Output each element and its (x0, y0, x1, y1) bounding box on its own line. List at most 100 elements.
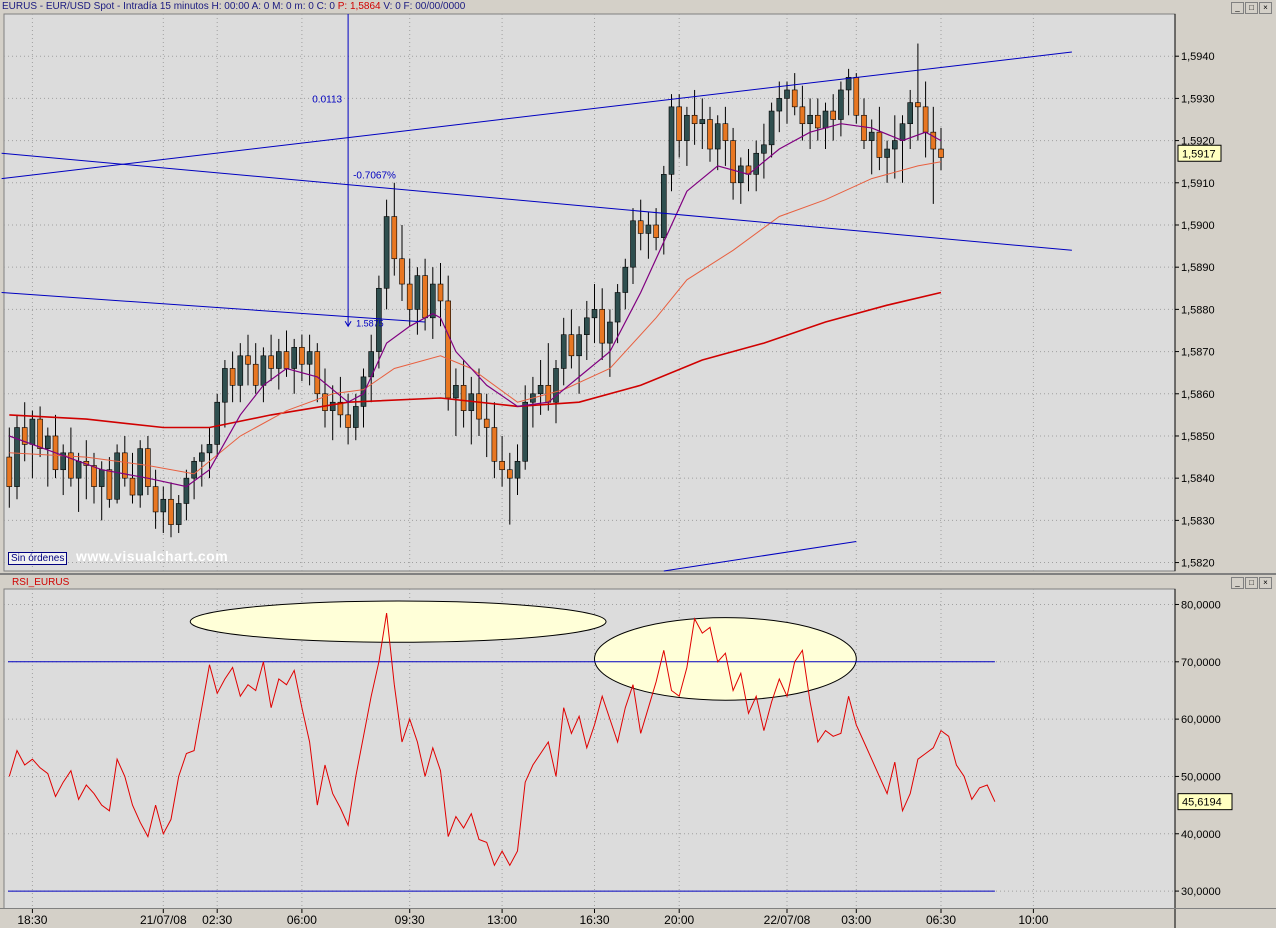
candle-body (576, 334, 582, 357)
rsi-tick-label: 50,0000 (1181, 771, 1221, 783)
rsi-window-buttons: _ □ × (1231, 577, 1272, 589)
candle-body (799, 106, 806, 125)
candle-body (429, 283, 436, 319)
candle-body (260, 355, 267, 386)
time-label: 03:00 (841, 913, 871, 927)
candle-body (922, 106, 929, 133)
price-tick-label: 1,5890 (1181, 262, 1215, 274)
candle-body (707, 119, 713, 150)
last-rsi-label: 45,6194 (1182, 797, 1222, 809)
rsi-minimize-button[interactable]: _ (1231, 577, 1244, 589)
price-tick-label: 1,5900 (1181, 220, 1215, 232)
price-tick-label: 1,5830 (1181, 515, 1215, 527)
rsi-plot-area (3, 588, 1176, 910)
orders-badge[interactable]: Sin órdenes (8, 552, 68, 565)
candle-body (761, 144, 767, 154)
time-label: 10:00 (1018, 913, 1048, 927)
candle-body (822, 110, 829, 129)
candle-body (437, 283, 444, 302)
candle-body (684, 114, 690, 141)
candle-body (607, 321, 613, 344)
candle-body (168, 498, 174, 525)
header-c: C: 0 (316, 1, 335, 12)
price-tick-label: 1,5930 (1181, 93, 1215, 105)
time-axis-svg: 18:30 21/07/08 02:30 06:00 09:30 13:00 16:30 20… (17, 909, 1176, 928)
price-tick-label: 1,5880 (1181, 304, 1215, 316)
candle-body (414, 275, 421, 310)
rsi-tick-label: 80,0000 (1181, 599, 1221, 611)
candle-body (214, 401, 220, 445)
candle-body (445, 300, 452, 399)
rsi-chart[interactable]: 30,0000 40,0000 50,0000 60,0000 70,0000 80,00… (0, 575, 1276, 910)
last-price-label: 1,5917 (1182, 148, 1216, 160)
candle-body (406, 283, 413, 310)
rsi-pane[interactable]: 30,0000 40,0000 50,0000 60,0000 70,0000 80,00… (0, 573, 1276, 910)
candle-body (737, 165, 744, 184)
candle-body (668, 106, 675, 175)
time-label: 22/07/08 (764, 913, 811, 927)
annotation-price: 1.5875 (356, 318, 384, 328)
candle-body (145, 448, 151, 487)
candle-body (14, 427, 20, 487)
candle-body (345, 414, 351, 428)
candle-body (853, 76, 860, 116)
candle-body (275, 351, 282, 369)
candle-body (206, 444, 213, 454)
candle-body (160, 498, 167, 513)
candle-body (299, 347, 305, 365)
close-button[interactable]: × (1259, 2, 1272, 14)
rsi-maximize-button[interactable]: □ (1245, 577, 1258, 589)
candle-body (861, 114, 867, 141)
candle-body (129, 477, 136, 496)
header-h: H: 00:00 (211, 1, 250, 12)
rsi-tick-label: 40,0000 (1181, 829, 1221, 841)
price-tick-label: 1,5870 (1181, 347, 1215, 359)
candle-body (830, 110, 837, 120)
candle-body (383, 216, 390, 289)
candle-body (907, 102, 914, 125)
candle-body (622, 266, 629, 293)
price-chart[interactable]: 0.0113 -0.7067% 1.5875 1,5820 1,5830 1,5840 1,… (0, 0, 1276, 572)
candle-body (499, 460, 505, 471)
time-label: 06:00 (287, 913, 317, 927)
time-label: 06:30 (926, 913, 956, 927)
time-label: 21/07/08 (140, 913, 187, 927)
candle-body (838, 89, 844, 120)
candle-body (506, 469, 513, 479)
candle-body (98, 469, 105, 487)
candle-body (845, 76, 852, 91)
time-label: 16:30 (579, 913, 609, 927)
candle-body (807, 114, 813, 125)
candle-body (768, 110, 775, 146)
candle-body (938, 148, 944, 158)
price-pane[interactable]: 0.0113 -0.7067% 1.5875 1,5820 1,5830 1,5840 1,… (0, 0, 1276, 572)
candle-body (229, 368, 236, 386)
candle-body (814, 114, 821, 129)
candle-body (491, 427, 498, 462)
candle-body (422, 275, 428, 319)
minimize-button[interactable]: _ (1231, 2, 1244, 14)
time-label: 13:00 (487, 913, 517, 927)
maximize-button[interactable]: □ (1245, 2, 1258, 14)
price-tick-label: 1,5860 (1181, 389, 1215, 401)
candle-body (29, 418, 36, 445)
candle-body (352, 406, 359, 428)
candle-body (560, 334, 567, 369)
candle-body (152, 486, 159, 513)
candle-body (868, 131, 875, 141)
candle-body (522, 401, 529, 462)
candle-body (329, 401, 336, 411)
candle-body (915, 102, 921, 108)
time-label: 02:30 (202, 913, 232, 927)
candle-body (784, 89, 790, 99)
header-v: V: 0 (383, 1, 401, 12)
rsi-close-button[interactable]: × (1259, 577, 1272, 589)
candle-body (791, 89, 798, 108)
candle-body (199, 452, 205, 462)
header-title: EURUS - EUR/USD Spot - Intradía 15 minut… (2, 1, 209, 12)
candle-body (222, 368, 228, 403)
price-plot-area (3, 13, 1176, 572)
candle-body (106, 469, 113, 500)
candle-body (714, 123, 721, 150)
candle-body (645, 224, 652, 234)
